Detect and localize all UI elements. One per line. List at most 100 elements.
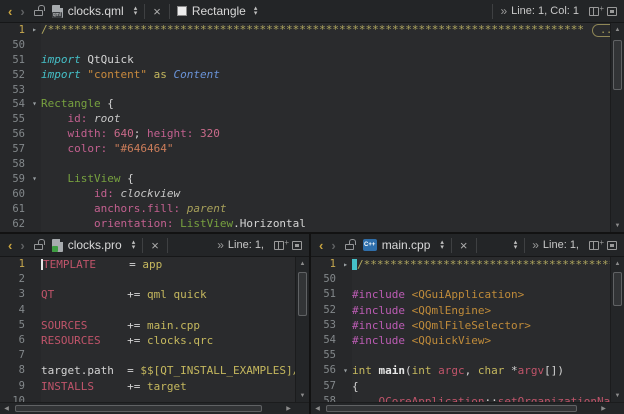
split-editor-button[interactable] (589, 241, 599, 250)
folded-region-placeholder[interactable]: ...*/ (592, 24, 610, 37)
code-text[interactable]: TEMPLATE = app (41, 257, 295, 272)
scroll-left-button[interactable]: ◀ (311, 403, 324, 414)
code-line[interactable]: 52import "content" as Content (0, 68, 610, 83)
code-text[interactable]: Rectangle { (41, 97, 610, 112)
code-text[interactable]: #include <QQuickView> (352, 333, 610, 348)
vertical-scrollbar[interactable]: ▲ ▼ (295, 257, 309, 402)
code-text[interactable]: id: clockview (41, 187, 610, 202)
scroll-right-button[interactable]: ▶ (282, 403, 295, 414)
scrollbar-track[interactable] (611, 36, 624, 219)
scroll-down-button[interactable]: ▼ (611, 389, 624, 402)
back-button[interactable]: ‹ (4, 4, 16, 19)
code-line[interactable]: 58 QCoreApplication::setOrganizationName (311, 394, 610, 402)
code-line[interactable]: 55 id: root (0, 112, 610, 127)
scrollbar-track[interactable] (324, 403, 597, 414)
pro-code-editor[interactable]: 1TEMPLATE = app23QT += qml quick45SOURCE… (0, 257, 295, 402)
code-text[interactable]: RESOURCES += clocks.qrc (41, 333, 295, 348)
scroll-up-button[interactable]: ▲ (611, 257, 624, 270)
code-line[interactable]: 4 (0, 303, 295, 318)
close-document-button[interactable]: × (148, 4, 166, 19)
code-line[interactable]: 5SOURCES += main.cpp (0, 318, 295, 333)
scrollbar-thumb[interactable] (298, 272, 307, 316)
code-text[interactable] (352, 348, 610, 363)
code-line[interactable]: 63 cacheBuffer: 2000 (0, 231, 610, 232)
code-line[interactable]: 54#include <QQuickView> (311, 333, 610, 348)
code-text[interactable]: #include <QQmlFileSelector> (352, 318, 610, 333)
split-editor-button[interactable] (589, 7, 599, 16)
forward-button[interactable]: › (16, 4, 28, 19)
code-line[interactable]: 52#include <QQmlEngine> (311, 303, 610, 318)
document-dropdown-icon[interactable]: ▴▾ (132, 240, 136, 250)
close-document-button[interactable]: × (146, 238, 164, 253)
code-line[interactable]: 56 width: 640; height: 320 (0, 127, 610, 142)
fold-marker-icon[interactable]: ▾ (28, 172, 41, 187)
code-text[interactable] (41, 157, 610, 172)
scrollbar-track[interactable] (611, 270, 624, 389)
lock-icon[interactable] (345, 244, 354, 250)
code-text[interactable]: int main(int argc, char *argv[]) (352, 363, 610, 378)
code-text[interactable]: /***************************************… (41, 23, 610, 38)
code-line[interactable]: 2 (0, 272, 295, 287)
code-text[interactable] (41, 348, 295, 363)
forward-button[interactable]: › (16, 238, 28, 253)
code-line[interactable]: 54▾Rectangle { (0, 97, 610, 112)
scrollbar-thumb[interactable] (15, 405, 262, 412)
code-line[interactable]: 57{ (311, 379, 610, 394)
code-line[interactable]: 7 (0, 348, 295, 363)
lock-icon[interactable] (34, 244, 43, 250)
code-text[interactable] (41, 394, 295, 402)
close-document-button[interactable]: × (455, 238, 473, 253)
back-button[interactable]: ‹ (315, 238, 327, 253)
scroll-down-button[interactable]: ▼ (296, 389, 309, 402)
fold-marker-icon[interactable]: ▾ (339, 363, 352, 378)
scroll-right-button[interactable]: ▶ (597, 403, 610, 414)
document-dropdown-icon[interactable]: ▴▾ (440, 240, 444, 250)
close-split-button[interactable] (292, 241, 302, 250)
symbol-dropdown-icon[interactable]: ▴▾ (514, 240, 518, 250)
code-line[interactable]: 53#include <QQmlFileSelector> (311, 318, 610, 333)
scrollbar-thumb[interactable] (613, 272, 622, 306)
code-line[interactable]: 61 anchors.fill: parent (0, 202, 610, 217)
code-line[interactable]: 59▾ ListView { (0, 172, 610, 187)
code-line[interactable]: 3QT += qml quick (0, 287, 295, 302)
code-text[interactable]: import QtQuick (41, 53, 610, 68)
cpp-code-editor[interactable]: 1▸/*************************************… (311, 257, 610, 402)
code-line[interactable]: 1▸/*************************************… (311, 257, 610, 272)
scroll-up-button[interactable]: ▲ (611, 23, 624, 36)
code-text[interactable]: QCoreApplication::setOrganizationName (352, 394, 610, 402)
code-line[interactable]: 1TEMPLATE = app (0, 257, 295, 272)
symbol-selector[interactable]: Rectangle (192, 4, 246, 18)
code-text[interactable]: cacheBuffer: 2000 (41, 231, 610, 232)
horizontal-scrollbar[interactable]: ◀ ▶ (0, 402, 309, 414)
scrollbar-track[interactable] (296, 270, 309, 389)
code-text[interactable] (352, 272, 610, 287)
code-text[interactable]: QT += qml quick (41, 287, 295, 302)
toolbar-overflow-icon[interactable]: » (532, 238, 539, 252)
scroll-up-button[interactable]: ▲ (296, 257, 309, 270)
code-text[interactable]: target.path = $$[QT_INSTALL_EXAMPLES]/de… (41, 363, 295, 378)
close-split-button[interactable] (607, 241, 617, 250)
fold-marker-icon[interactable]: ▾ (28, 97, 41, 112)
toolbar-overflow-icon[interactable]: » (500, 4, 507, 18)
vertical-scrollbar[interactable]: ▲ ▼ (610, 23, 624, 232)
symbol-dropdown-icon[interactable]: ▴▾ (254, 6, 258, 16)
code-line[interactable]: 8target.path = $$[QT_INSTALL_EXAMPLES]/d… (0, 363, 295, 378)
code-line[interactable]: 57 color: "#646464" (0, 142, 610, 157)
code-text[interactable]: anchors.fill: parent (41, 202, 610, 217)
code-text[interactable]: orientation: ListView.Horizontal (41, 217, 610, 232)
code-line[interactable]: 50 (0, 38, 610, 53)
fold-marker-icon[interactable]: ▸ (28, 23, 41, 38)
document-dropdown-icon[interactable]: ▴▾ (134, 6, 138, 16)
code-text[interactable]: #include <QGuiApplication> (352, 287, 610, 302)
code-line[interactable]: 10 (0, 394, 295, 402)
forward-button[interactable]: › (327, 238, 339, 253)
scrollbar-thumb[interactable] (326, 405, 577, 412)
open-document-name[interactable]: clocks.pro (68, 238, 122, 252)
code-text[interactable]: id: root (41, 112, 610, 127)
code-line[interactable]: 9INSTALLS += target (0, 379, 295, 394)
back-button[interactable]: ‹ (4, 238, 16, 253)
code-line[interactable]: 51import QtQuick (0, 53, 610, 68)
code-text[interactable] (41, 303, 295, 318)
split-editor-button[interactable] (274, 241, 284, 250)
vertical-scrollbar[interactable]: ▲ ▼ (610, 257, 624, 402)
